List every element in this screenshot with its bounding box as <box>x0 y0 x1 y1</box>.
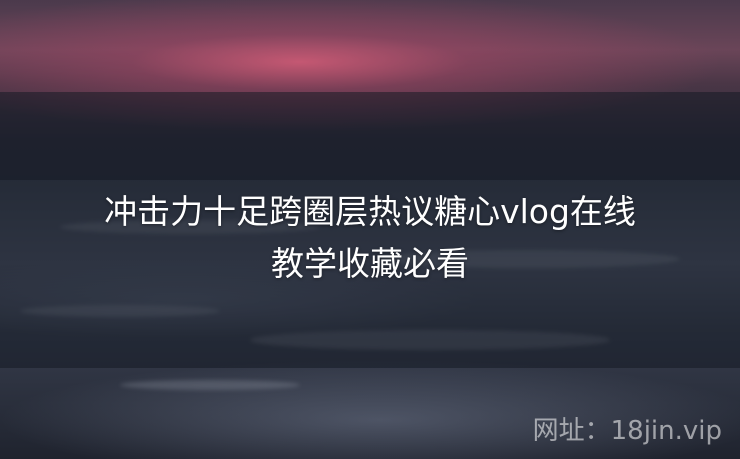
wave-foam <box>120 380 300 390</box>
headline-line-1: 冲击力十足跨圈层热议糖心vlog在线 <box>104 192 636 231</box>
headline: 冲击力十足跨圈层热议糖心vlog在线 教学收藏必看 <box>20 186 720 290</box>
site-watermark: 网址：18jin.vip <box>532 416 722 446</box>
hero-image: 冲击力十足跨圈层热议糖心vlog在线 教学收藏必看 网址：18jin.vip <box>0 0 740 459</box>
headline-line-2: 教学收藏必看 <box>271 244 469 283</box>
